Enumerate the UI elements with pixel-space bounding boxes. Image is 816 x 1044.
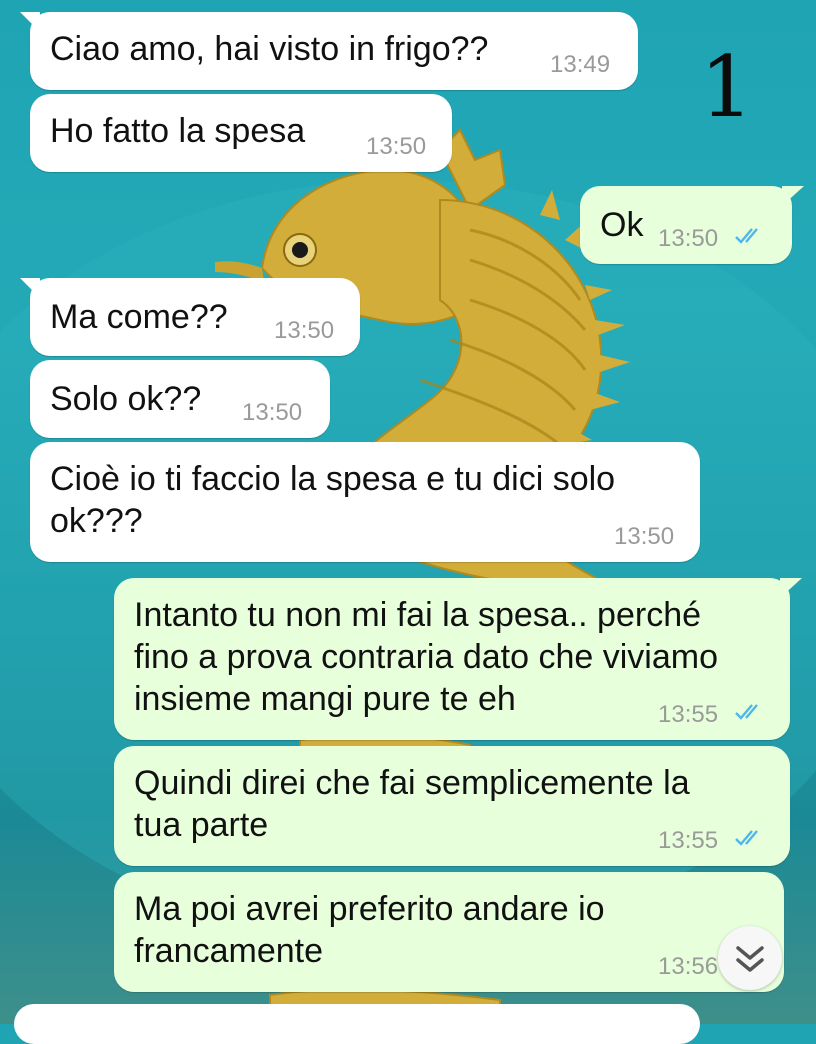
message-bubble-incoming[interactable]: Cioè io ti faccio la spesa e tu dici sol… [30, 442, 700, 562]
double-check-icon [735, 830, 758, 846]
message-text: Quindi direi che fai semplicemente la tu… [134, 764, 690, 844]
message-text: Ciao amo, hai visto in frigo?? [50, 30, 489, 68]
message-bubble-incoming[interactable]: Ho fatto la spesa 13:50 [30, 94, 452, 172]
message-bubble-incoming[interactable]: Solo ok?? 13:50 [30, 360, 330, 438]
message-text: Ok [600, 206, 644, 244]
message-time: 13:55 [658, 827, 719, 854]
message-text: Solo ok?? [50, 380, 202, 418]
message-time: 13:50 [366, 133, 427, 160]
bubble-tail-icon [782, 186, 804, 206]
message-text: Ho fatto la spesa [50, 112, 306, 150]
message-time: 13:50 [242, 399, 303, 426]
message-time: 13:50 [658, 225, 719, 252]
message-bubble-incoming-partial[interactable] [14, 1004, 700, 1044]
scroll-to-bottom-button[interactable] [718, 926, 782, 990]
message-text: Intanto tu non mi fai la spesa.. perché … [134, 596, 718, 718]
bubble-tail-icon [20, 12, 40, 32]
message-time: 13:49 [550, 51, 611, 78]
message-time: 13:56 [658, 953, 719, 980]
message-bubble-outgoing[interactable]: Ok 13:50 [580, 186, 804, 264]
message-time: 13:55 [658, 701, 719, 728]
message-text: Ma come?? [50, 298, 228, 336]
message-bubble-incoming[interactable]: Ciao amo, hai visto in frigo?? 13:49 [20, 12, 638, 90]
message-bubble-outgoing[interactable]: Quindi direi che fai semplicemente la tu… [114, 746, 790, 866]
bubble-tail-icon [780, 578, 802, 598]
message-time: 13:50 [274, 317, 335, 344]
handwritten-number-mark: 1 [700, 38, 754, 136]
message-bubble-outgoing[interactable]: Ma poi avrei preferito andare io francam… [114, 872, 784, 992]
double-check-icon [735, 228, 758, 244]
bubble-tail-icon [20, 278, 40, 298]
message-text: Cioè io ti faccio la spesa e tu dici sol… [50, 460, 616, 540]
message-bubble-outgoing[interactable]: Intanto tu non mi fai la spesa.. perché … [114, 578, 802, 740]
message-time: 13:50 [614, 523, 675, 550]
chevron-double-down-icon [736, 946, 764, 972]
message-bubble-incoming[interactable]: Ma come?? 13:50 [20, 278, 360, 356]
message-text: Ma poi avrei preferito andare io francam… [134, 890, 605, 970]
double-check-icon [735, 704, 758, 720]
